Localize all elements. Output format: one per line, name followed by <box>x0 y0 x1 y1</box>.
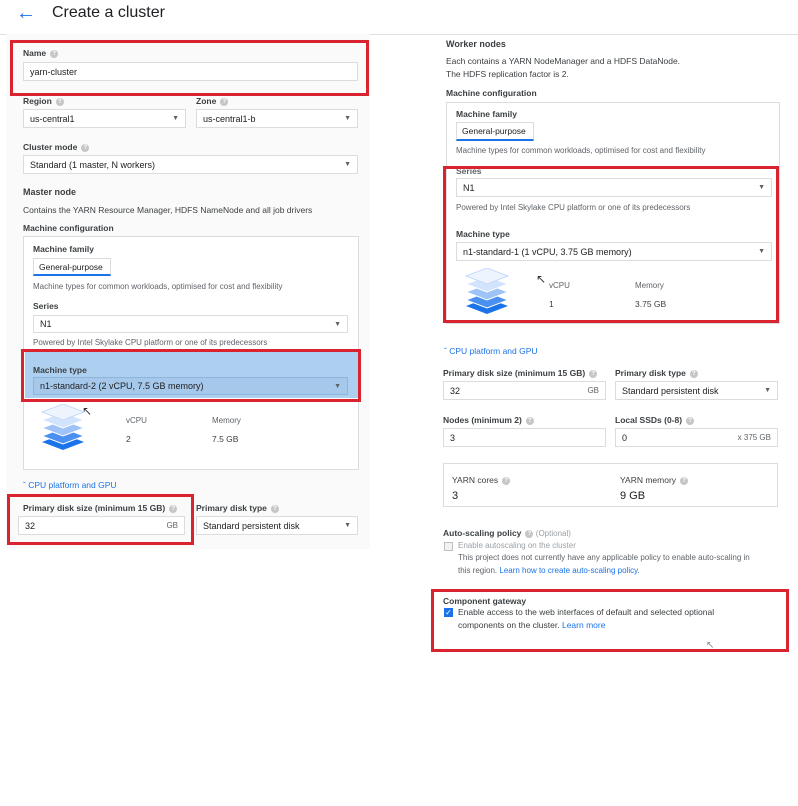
autoscaling-label: Auto-scaling policy? (Optional) <box>443 528 571 538</box>
cluster-mode-label: Cluster mode? <box>23 142 90 152</box>
dropdown-caret-icon: ▼ <box>764 387 771 394</box>
help-icon[interactable]: ? <box>502 476 511 485</box>
worker-nodes-description-2: The HDFS replication factor is 2. <box>446 69 569 79</box>
help-icon[interactable]: ? <box>525 529 534 538</box>
nodes-input[interactable]: 3 <box>443 428 606 447</box>
series-label: Series <box>33 301 59 311</box>
master-node-title: Master node <box>23 187 77 197</box>
primary-disk-type-label: Primary disk type? <box>615 368 698 378</box>
primary-disk-size-label: Primary disk size (minimum 15 GB)? <box>443 368 598 378</box>
help-icon[interactable]: ? <box>81 143 90 152</box>
arrow-left-icon[interactable]: ← <box>16 2 36 24</box>
yarn-memory-label: YARN memory? <box>620 475 689 485</box>
autoscaling-note: This project does not currently have any… <box>458 553 750 562</box>
vcpu-value: 2 <box>126 434 131 444</box>
machine-config-label: Machine configuration <box>446 88 537 98</box>
help-icon[interactable]: ? <box>270 504 279 513</box>
help-icon[interactable]: ? <box>525 416 534 425</box>
local-ssds-input[interactable]: 0x 375 GB <box>615 428 778 447</box>
vcpu-label: vCPU <box>126 416 147 425</box>
memory-value: 7.5 GB <box>212 434 239 444</box>
machine-family-chip[interactable]: General-purpose <box>33 258 111 276</box>
yarn-cores-value: 3 <box>452 490 459 502</box>
primary-disk-type-label: Primary disk type? <box>196 503 279 513</box>
dropdown-caret-icon: ▼ <box>344 161 351 168</box>
machine-stack-icon <box>40 404 86 450</box>
worker-nodes-description-1: Each contains a YARN NodeManager and a H… <box>446 56 681 66</box>
cpu-platform-gpu-link[interactable]: ˇ CPU platform and GPU <box>23 480 117 490</box>
highlight-box-worker-machine <box>443 166 779 323</box>
yarn-memory-value: 9 GB <box>620 490 646 502</box>
page-title: Create a cluster <box>52 4 165 21</box>
autoscaling-learn-link[interactable]: Learn how to create auto-scaling policy. <box>499 566 639 575</box>
series-description: Powered by Intel Skylake CPU platform or… <box>33 338 268 347</box>
primary-disk-size-input[interactable]: 32 GB <box>443 381 606 400</box>
autoscaling-note-2: this region. Learn how to create auto-sc… <box>458 566 640 575</box>
machine-family-label: Machine family <box>456 109 517 119</box>
help-icon[interactable]: ? <box>589 369 598 378</box>
region-label: Region? <box>23 96 64 106</box>
machine-family-description: Machine types for common workloads, opti… <box>33 282 283 291</box>
yarn-cores-label: YARN cores? <box>452 475 511 485</box>
dropdown-caret-icon: ▼ <box>172 115 179 122</box>
highlight-box-disk-size <box>7 494 194 545</box>
nodes-label: Nodes (minimum 2)? <box>443 415 534 425</box>
help-icon[interactable]: ? <box>220 97 229 106</box>
help-icon[interactable]: ? <box>689 369 698 378</box>
machine-family-label: Machine family <box>33 244 94 254</box>
worker-nodes-title: Worker nodes <box>446 39 506 49</box>
machine-family-description: Machine types for common workloads, opti… <box>456 146 706 155</box>
highlight-box-machine-type <box>21 349 361 402</box>
dropdown-caret-icon: ▼ <box>334 320 341 328</box>
highlight-box-name <box>10 40 369 96</box>
local-ssds-label: Local SSDs (0-8)? <box>615 415 695 425</box>
highlight-box-component-gateway <box>431 589 789 652</box>
dropdown-caret-icon: ▼ <box>344 522 351 529</box>
machine-family-chip[interactable]: General-purpose <box>456 122 534 141</box>
help-icon[interactable]: ? <box>55 97 64 106</box>
autoscaling-checkbox-label: Enable autoscaling on the cluster <box>458 541 576 550</box>
help-icon[interactable]: ? <box>680 476 689 485</box>
yarn-summary-card <box>443 463 778 507</box>
cluster-mode-select[interactable]: Standard (1 master, N workers) ▼ <box>23 155 358 174</box>
dropdown-caret-icon: ▼ <box>344 115 351 122</box>
machine-config-label: Machine configuration <box>23 223 114 233</box>
region-select[interactable]: us-central1 ▼ <box>23 109 186 128</box>
memory-label: Memory <box>212 416 241 425</box>
series-select[interactable]: N1 ▼ <box>33 315 348 333</box>
zone-select[interactable]: us-central1-b ▼ <box>196 109 358 128</box>
master-node-description: Contains the YARN Resource Manager, HDFS… <box>23 205 313 215</box>
primary-disk-type-select[interactable]: Standard persistent disk ▼ <box>615 381 778 400</box>
help-icon[interactable]: ? <box>686 416 695 425</box>
primary-disk-type-select[interactable]: Standard persistent disk ▼ <box>196 516 358 535</box>
cpu-platform-gpu-link[interactable]: ˇ CPU platform and GPU <box>444 346 538 356</box>
zone-label: Zone? <box>196 96 229 106</box>
autoscaling-checkbox[interactable] <box>444 542 453 551</box>
